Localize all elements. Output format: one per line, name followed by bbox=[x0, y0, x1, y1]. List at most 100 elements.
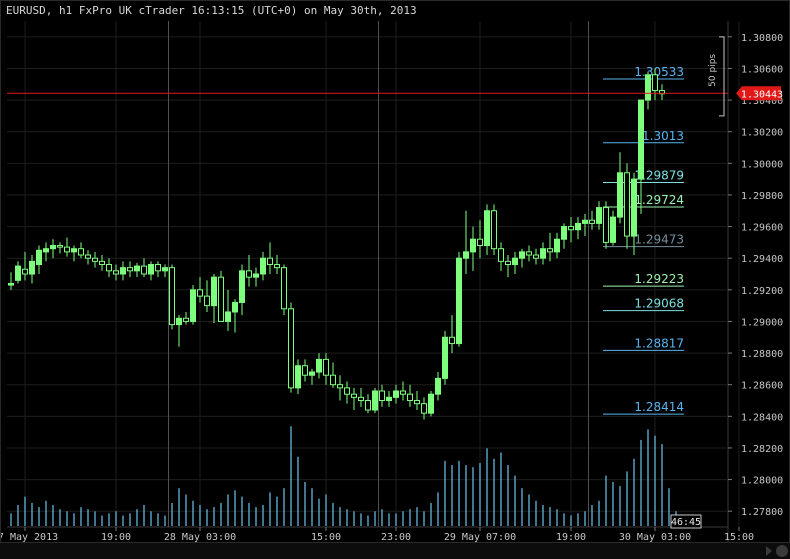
candle-body[interactable] bbox=[36, 249, 42, 266]
candle-body[interactable] bbox=[498, 248, 504, 262]
resize-grip-icon[interactable] bbox=[776, 545, 788, 557]
candle-body[interactable] bbox=[78, 248, 84, 256]
candle-body[interactable] bbox=[358, 396, 364, 401]
candle-body[interactable] bbox=[323, 358, 329, 376]
candle-body[interactable] bbox=[260, 257, 266, 275]
candle-body[interactable] bbox=[71, 248, 77, 253]
candle-body[interactable] bbox=[393, 390, 399, 398]
candle-body[interactable] bbox=[526, 251, 532, 256]
candle-body[interactable] bbox=[246, 270, 252, 278]
candle-body[interactable] bbox=[120, 267, 126, 275]
candle-body[interactable] bbox=[540, 248, 546, 259]
candle-body[interactable] bbox=[372, 390, 378, 411]
candle-body[interactable] bbox=[575, 222, 581, 231]
y-tick-label: 1.29800 bbox=[741, 191, 783, 202]
candle-body[interactable] bbox=[50, 245, 56, 250]
candle-body[interactable] bbox=[106, 264, 112, 272]
candle-body[interactable] bbox=[414, 400, 420, 405]
scroll-right-icon[interactable] bbox=[766, 546, 772, 556]
candle-body[interactable] bbox=[470, 238, 476, 253]
candle-body[interactable] bbox=[232, 301, 238, 313]
candle-body[interactable] bbox=[239, 270, 245, 303]
y-tick-label: 1.28800 bbox=[741, 349, 783, 360]
candle-body[interactable] bbox=[204, 295, 210, 307]
candle-body[interactable] bbox=[64, 246, 70, 253]
candle-body[interactable] bbox=[610, 216, 616, 243]
candle-body[interactable] bbox=[645, 74, 651, 101]
candle-body[interactable] bbox=[92, 257, 98, 262]
candle-body[interactable] bbox=[386, 396, 392, 401]
candle-body[interactable] bbox=[253, 273, 259, 278]
candle-body[interactable] bbox=[57, 245, 63, 248]
candle-body[interactable] bbox=[295, 365, 301, 389]
candle-body[interactable] bbox=[491, 210, 497, 250]
candle-body[interactable] bbox=[176, 317, 182, 326]
candle-body[interactable] bbox=[288, 308, 294, 389]
candle-body[interactable] bbox=[337, 384, 343, 389]
candle-body[interactable] bbox=[134, 265, 140, 272]
candle-body[interactable] bbox=[211, 276, 217, 307]
candle-body[interactable] bbox=[568, 226, 574, 231]
candle-body[interactable] bbox=[547, 248, 553, 253]
candle-body[interactable] bbox=[309, 371, 315, 376]
chart-window[interactable]: EURUSD, h1 FxPro UK cTrader 16:13:15 (UT… bbox=[0, 0, 790, 558]
candle-body[interactable] bbox=[428, 393, 434, 414]
candle-body[interactable] bbox=[435, 377, 441, 395]
candle-body[interactable] bbox=[29, 260, 35, 275]
candle-body[interactable] bbox=[456, 257, 462, 345]
candle-body[interactable] bbox=[218, 276, 224, 322]
candle-body[interactable] bbox=[582, 219, 588, 224]
candle-body[interactable] bbox=[442, 336, 448, 379]
candle-body[interactable] bbox=[379, 390, 385, 402]
candle-body[interactable] bbox=[477, 238, 483, 247]
candle-body[interactable] bbox=[512, 257, 518, 266]
candle-body[interactable] bbox=[330, 374, 336, 386]
candle-body[interactable] bbox=[148, 264, 154, 275]
candle-body[interactable] bbox=[225, 311, 231, 322]
candle-body[interactable] bbox=[99, 260, 105, 266]
candle-body[interactable] bbox=[183, 317, 189, 322]
candle-body[interactable] bbox=[302, 365, 308, 376]
candle-body[interactable] bbox=[561, 226, 567, 240]
candle-body[interactable] bbox=[484, 210, 490, 247]
candle-body[interactable] bbox=[169, 267, 175, 326]
candle-body[interactable] bbox=[519, 251, 525, 259]
candle-body[interactable] bbox=[603, 207, 609, 243]
candle-body[interactable] bbox=[596, 207, 602, 224]
candle-body[interactable] bbox=[316, 358, 322, 373]
candle-body[interactable] bbox=[267, 257, 273, 266]
candle-body[interactable] bbox=[281, 267, 287, 310]
candle-body[interactable] bbox=[638, 99, 644, 180]
price-chart[interactable]: 1.308001.306001.304001.302001.300001.298… bbox=[1, 1, 790, 543]
candle-body[interactable] bbox=[155, 264, 161, 272]
candle-body[interactable] bbox=[421, 403, 427, 414]
candle-body[interactable] bbox=[43, 248, 49, 253]
candle-body[interactable] bbox=[624, 172, 630, 237]
candle-body[interactable] bbox=[113, 270, 119, 275]
candle-body[interactable] bbox=[631, 178, 637, 237]
candle-body[interactable] bbox=[22, 268, 28, 275]
candle-body[interactable] bbox=[197, 289, 203, 297]
candle-body[interactable] bbox=[365, 400, 371, 411]
candle-body[interactable] bbox=[85, 254, 91, 259]
candle-body[interactable] bbox=[407, 393, 413, 401]
candle-body[interactable] bbox=[554, 238, 560, 253]
candle-body[interactable] bbox=[162, 267, 168, 272]
candle-body[interactable] bbox=[351, 393, 357, 398]
candle-body[interactable] bbox=[190, 289, 196, 322]
candle-body[interactable] bbox=[652, 74, 658, 92]
candle-body[interactable] bbox=[141, 265, 147, 275]
candle-body[interactable] bbox=[533, 254, 539, 259]
candle-body[interactable] bbox=[127, 267, 133, 272]
candle-body[interactable] bbox=[589, 219, 595, 224]
candle-body[interactable] bbox=[8, 282, 14, 286]
candle-body[interactable] bbox=[505, 260, 511, 266]
candle-body[interactable] bbox=[449, 336, 455, 345]
candle-body[interactable] bbox=[617, 172, 623, 218]
candle-body[interactable] bbox=[400, 390, 406, 395]
fib-level-label: 1.29068 bbox=[634, 297, 684, 311]
candle-body[interactable] bbox=[463, 251, 469, 259]
candle-body[interactable] bbox=[274, 264, 280, 269]
candle-body[interactable] bbox=[15, 265, 21, 281]
candle-body[interactable] bbox=[344, 387, 350, 395]
